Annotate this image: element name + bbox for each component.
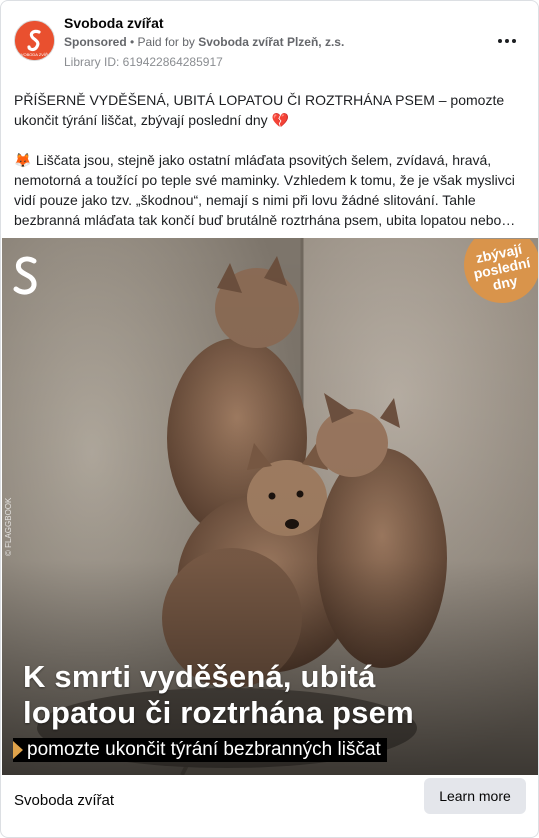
fox-icon: 🦊 (14, 152, 32, 168)
overlay-title-line-2: lopatou či roztrhána psem (23, 695, 414, 730)
overlay-subtitle-text: pomozte ukončit týrání bezbranných lišča… (27, 739, 381, 760)
svoboda-watermark-icon (13, 256, 37, 295)
overlay-title: K smrti vyděšená, ubitá lopatou či roztr… (23, 659, 523, 731)
broken-heart-icon: 💔 (271, 112, 290, 128)
more-dot-icon (498, 39, 502, 43)
learn-more-button[interactable]: Learn more (424, 778, 526, 814)
payer-name[interactable]: Svoboda zvířat Plzeň, z.s. (198, 35, 344, 49)
ad-header: SVOBODA ZVÍŘAT Svoboda zvířat Sponsored … (1, 1, 538, 81)
page-name-link[interactable]: Svoboda zvířat (64, 15, 164, 31)
paid-for-prefix: • Paid for by (126, 35, 199, 49)
overlay-subtitle: pomozte ukončit týrání bezbranných lišča… (13, 738, 387, 762)
library-id: Library ID: 619422864285917 (64, 55, 223, 69)
headline-line-2: ukončit týrání liščat, zbývají poslední … (14, 110, 529, 130)
avatar-wordmark: SVOBODA ZVÍŘAT (18, 52, 53, 57)
svoboda-logo-icon: SVOBODA ZVÍŘAT (15, 21, 54, 60)
overlay-title-line-1: K smrti vyděšená, ubitá (23, 659, 376, 694)
play-arrow-icon (13, 741, 23, 759)
body-line-3: vidí pouze jako tzv. „škodnou“, nemají s… (14, 192, 476, 208)
post-text: PŘÍŠERNĚ VYDĚŠENÁ, UBITÁ LOPATOU ČI ROZT… (14, 90, 529, 230)
post-headline: PŘÍŠERNĚ VYDĚŠENÁ, UBITÁ LOPATOU ČI ROZT… (14, 90, 529, 130)
sponsored-label[interactable]: Sponsored (64, 35, 127, 49)
photo-credit: © FLAGGBOOK (4, 497, 13, 556)
body-line-1: 🦊 Liščata jsou, stejně jako ostatní mláď… (14, 150, 529, 170)
headline-line-1: PŘÍŠERNĚ VYDĚŠENÁ, UBITÁ LOPATOU ČI ROZT… (14, 92, 505, 108)
more-options-button[interactable] (493, 31, 521, 51)
ad-card: SVOBODA ZVÍŘAT Svoboda zvířat Sponsored … (0, 0, 539, 838)
headline-line-2-text: ukončit týrání liščat, zbývají poslední … (14, 112, 268, 128)
ad-footer: Svoboda zvířat Learn more (1, 775, 538, 837)
sponsored-line: Sponsored • Paid for by Svoboda zvířat P… (64, 35, 344, 49)
page-avatar[interactable]: SVOBODA ZVÍŘAT (14, 20, 55, 61)
more-dot-icon (512, 39, 516, 43)
body-line-4[interactable]: bezbranná mláďata tak končí buď brutálně… (14, 210, 529, 230)
footer-page-name[interactable]: Svoboda zvířat (14, 792, 114, 809)
body-line-2: nemotorná a toužící po teple své maminky… (14, 172, 515, 188)
more-dot-icon (505, 39, 509, 43)
body-line-1-text: Liščata jsou, stejně jako ostatní mláďat… (35, 152, 492, 168)
